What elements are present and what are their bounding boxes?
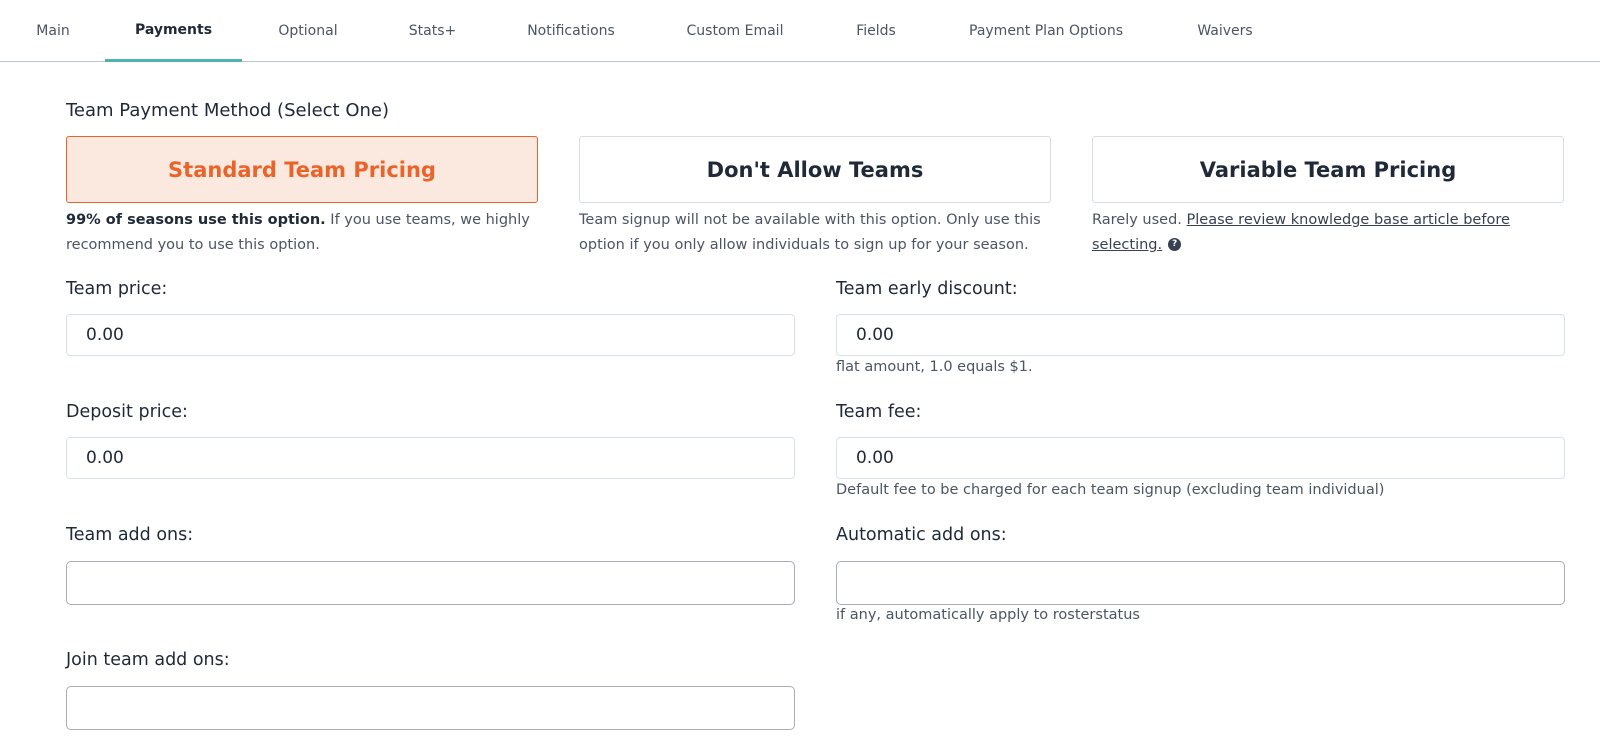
variable-team-pricing-label: Variable Team Pricing — [1199, 157, 1457, 182]
tab-notifications[interactable]: Notifications — [512, 0, 630, 62]
variable-team-pricing-option[interactable]: Variable Team Pricing — [1092, 136, 1564, 203]
settings-tabs: Main Payments Optional Stats+ Notificati… — [0, 0, 1600, 62]
tab-payments[interactable]: Payments — [105, 0, 242, 62]
team-price-input[interactable] — [66, 314, 795, 356]
tab-custom-email[interactable]: Custom Email — [671, 0, 799, 62]
tab-fields[interactable]: Fields — [841, 0, 911, 62]
standard-pricing-highlight: 99% of seasons use this option. — [66, 212, 326, 228]
team-fee-input[interactable] — [836, 437, 1565, 479]
join-team-add-ons-label: Join team add ons: — [66, 650, 230, 670]
payment-method-title: Team Payment Method (Select One) — [66, 100, 389, 121]
standard-team-pricing-option[interactable]: Standard Team Pricing — [66, 136, 538, 203]
question-circle-icon[interactable]: ? — [1168, 237, 1182, 251]
team-early-discount-input[interactable] — [836, 314, 1565, 356]
deposit-price-input[interactable] — [66, 437, 795, 479]
tab-main[interactable]: Main — [20, 0, 86, 62]
team-fee-label: Team fee: — [836, 402, 922, 422]
tab-stats-plus[interactable]: Stats+ — [395, 0, 470, 62]
team-fee-hint: Default fee to be charged for each team … — [836, 482, 1385, 498]
team-add-ons-select[interactable] — [66, 561, 795, 605]
tab-waivers[interactable]: Waivers — [1181, 0, 1269, 62]
standard-team-pricing-label: Standard Team Pricing — [168, 157, 436, 182]
dont-allow-teams-option[interactable]: Don't Allow Teams — [579, 136, 1051, 203]
deposit-price-label: Deposit price: — [66, 402, 188, 422]
tab-payment-plan-options[interactable]: Payment Plan Options — [952, 0, 1140, 62]
join-team-add-ons-select[interactable] — [66, 686, 795, 730]
automatic-add-ons-label: Automatic add ons: — [836, 525, 1007, 545]
tab-optional[interactable]: Optional — [262, 0, 354, 62]
automatic-add-ons-hint: if any, automatically apply to rostersta… — [836, 607, 1140, 623]
variable-team-pricing-description: Rarely used. Please review knowledge bas… — [1092, 208, 1564, 258]
automatic-add-ons-select[interactable] — [836, 561, 1565, 605]
team-early-discount-hint: flat amount, 1.0 equals $1. — [836, 359, 1033, 375]
team-add-ons-label: Team add ons: — [66, 525, 194, 545]
standard-team-pricing-description: 99% of seasons use this option. If you u… — [66, 208, 538, 258]
dont-allow-teams-description: Team signup will not be available with t… — [579, 212, 1041, 253]
team-early-discount-label: Team early discount: — [836, 279, 1018, 299]
team-price-label: Team price: — [66, 279, 168, 299]
dont-allow-teams-label: Don't Allow Teams — [706, 157, 924, 182]
variable-pricing-desc-prefix: Rarely used. — [1092, 212, 1187, 228]
